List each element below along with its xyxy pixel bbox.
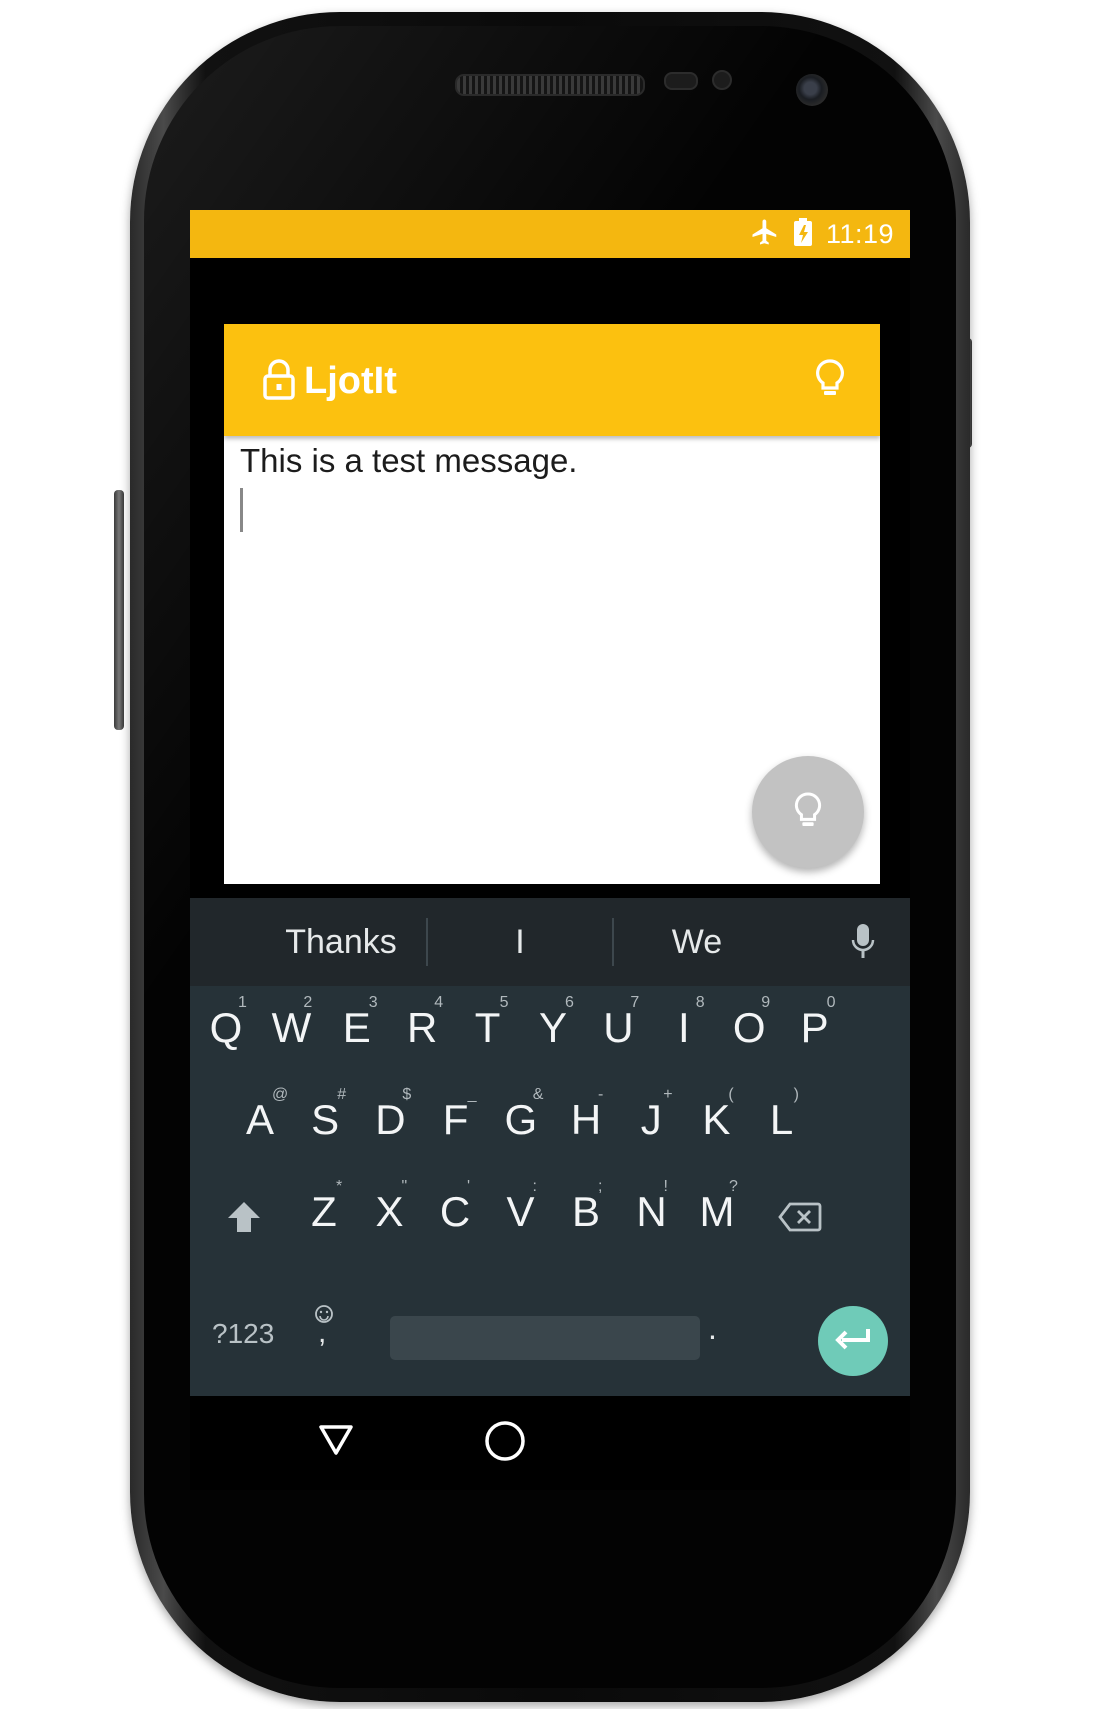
message-text[interactable]: This is a test message. (240, 442, 577, 480)
key-c[interactable]: C (425, 1188, 485, 1236)
key-hint-f: _ (467, 1086, 477, 1103)
fab-lightbulb-button[interactable] (752, 756, 864, 868)
key-m[interactable]: M (687, 1188, 747, 1236)
key-hint-r: 4 (434, 994, 444, 1011)
key-hint-o: 9 (761, 994, 771, 1011)
key-hint-i: 8 (695, 994, 705, 1011)
enter-arrow-icon (834, 1326, 872, 1357)
suggestion-strip: Thanks I We (190, 898, 910, 986)
navigation-bar (190, 1396, 910, 1490)
lightbulb-icon (793, 790, 823, 835)
key-s[interactable]: S (295, 1096, 355, 1144)
symbols-key[interactable]: ?123 (212, 1318, 274, 1350)
key-hint-t: 5 (499, 994, 509, 1011)
key-hint-z: * (336, 1178, 343, 1195)
key-i[interactable]: I (654, 1004, 714, 1052)
key-b[interactable]: B (556, 1188, 616, 1236)
key-hint-n: ! (663, 1178, 668, 1195)
key-f[interactable]: F (426, 1096, 486, 1144)
app-toolbar: LjotIt (224, 324, 880, 436)
key-hint-m: ? (729, 1178, 738, 1195)
enter-key[interactable] (818, 1306, 888, 1376)
suggestion-2[interactable]: I (428, 898, 612, 986)
lightbulb-icon[interactable] (814, 358, 846, 403)
battery-charging-icon (792, 217, 814, 252)
key-hint-s: # (337, 1086, 347, 1103)
key-hint-c: ' (467, 1178, 471, 1195)
back-triangle-icon[interactable] (318, 1424, 354, 1461)
key-n[interactable]: N (622, 1188, 682, 1236)
suggestion-1[interactable]: Thanks (246, 898, 436, 986)
key-hint-d: $ (402, 1086, 412, 1103)
key-q[interactable]: Q (196, 1004, 256, 1052)
key-k[interactable]: K (686, 1096, 746, 1144)
proximity-sensor (664, 72, 698, 90)
status-clock: 11:19 (825, 218, 894, 249)
key-t[interactable]: T (458, 1004, 518, 1052)
key-y[interactable]: Y (523, 1004, 583, 1052)
key-hint-x: " (401, 1178, 408, 1195)
key-hint-u: 7 (630, 994, 640, 1011)
key-hint-y: 6 (565, 994, 574, 1011)
key-e[interactable]: E (327, 1004, 387, 1052)
key-x[interactable]: X (360, 1188, 420, 1236)
front-camera (796, 74, 828, 106)
key-u[interactable]: U (588, 1004, 648, 1052)
key-d[interactable]: D (360, 1096, 420, 1144)
note-dialog: LjotIt This is a test message. (224, 324, 880, 884)
airplane-mode-icon (750, 217, 780, 252)
device-screen: 11:19 LjotIt This is a test message. Tha… (190, 210, 910, 1490)
key-l[interactable]: L (752, 1096, 812, 1144)
shift-key[interactable] (226, 1200, 262, 1239)
key-hint-b: ; (598, 1178, 603, 1195)
key-hint-h: - (598, 1086, 604, 1103)
lock-icon[interactable] (262, 358, 296, 405)
app-title: LjotIt (304, 360, 397, 402)
period-key[interactable]: . (708, 1310, 717, 1347)
key-p[interactable]: P (785, 1004, 845, 1052)
key-h[interactable]: H (556, 1096, 616, 1144)
key-hint-p: 0 (826, 994, 836, 1011)
key-hint-v: : (532, 1178, 537, 1195)
light-sensor (712, 70, 732, 90)
status-bar: 11:19 (190, 210, 910, 258)
key-v[interactable]: V (491, 1188, 551, 1236)
key-hint-e: 3 (368, 994, 378, 1011)
home-circle-icon[interactable] (484, 1420, 526, 1467)
key-r[interactable]: R (392, 1004, 452, 1052)
key-hint-k: ( (728, 1086, 734, 1103)
key-w[interactable]: W (261, 1004, 321, 1052)
earpiece-speaker (455, 74, 645, 96)
space-bar[interactable] (390, 1316, 700, 1360)
key-hint-l: ) (793, 1086, 799, 1103)
key-hint-g: & (532, 1086, 544, 1103)
key-o[interactable]: O (719, 1004, 779, 1052)
key-hint-q: 1 (238, 994, 247, 1011)
text-cursor (240, 488, 243, 532)
backspace-key[interactable] (778, 1202, 822, 1237)
key-hint-w: 2 (303, 994, 313, 1011)
suggestion-3[interactable]: We (614, 898, 780, 986)
key-hint-j: + (663, 1086, 673, 1103)
comma-label: , (318, 1316, 327, 1349)
key-z[interactable]: Z (294, 1188, 354, 1236)
volume-button (114, 490, 124, 730)
soft-keyboard: Thanks I We Q 1 W 2 E 3 R 4 T 5 Y 6 U 7 I 8 O 9 P 0 A @ S # D $ F _… (190, 898, 910, 1396)
microphone-icon[interactable] (850, 922, 876, 967)
key-hint-a: @ (272, 1086, 289, 1103)
